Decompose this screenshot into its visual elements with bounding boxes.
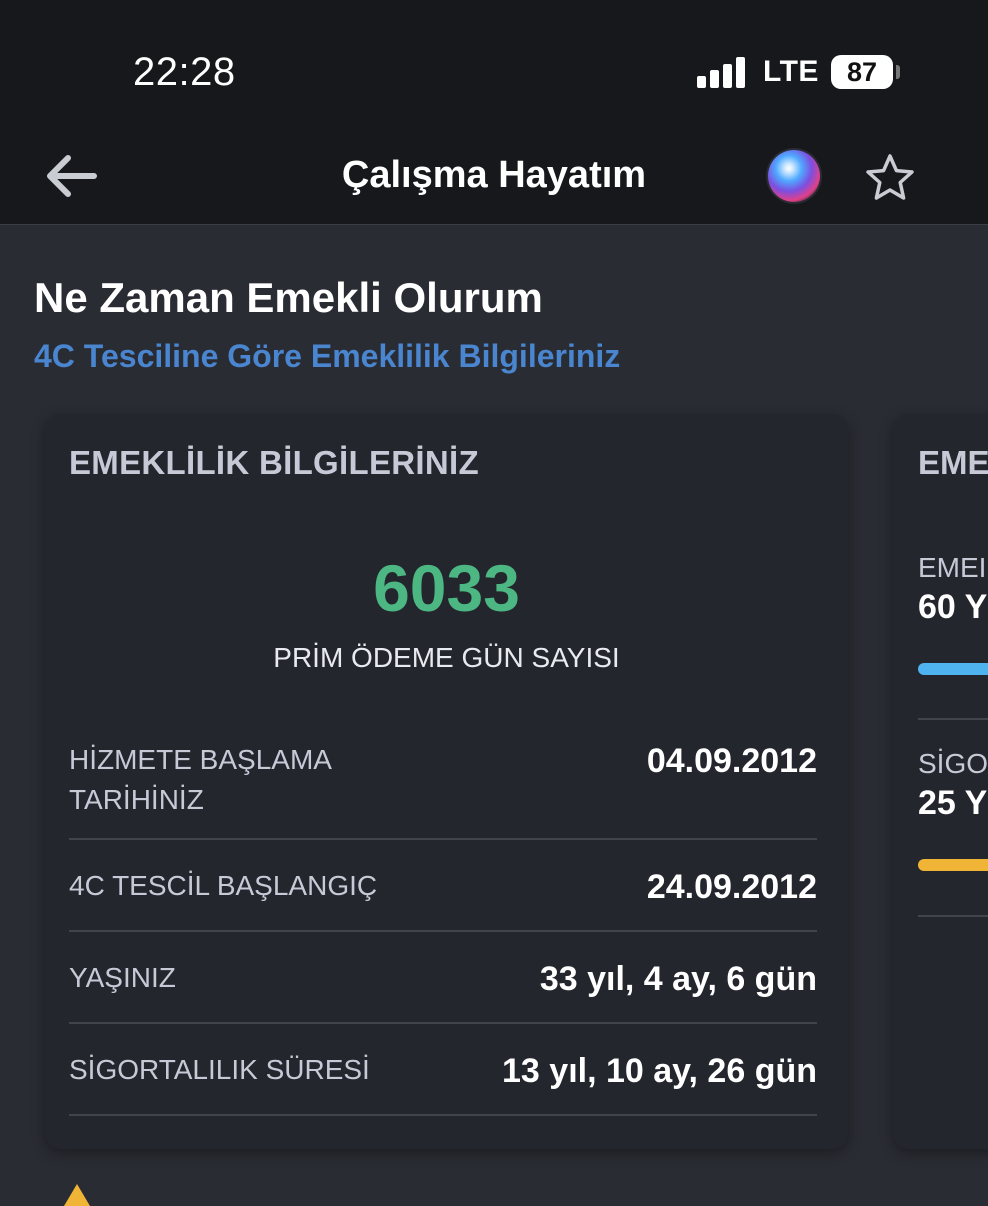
card2-item1-value: 60 Y bbox=[918, 588, 988, 626]
battery-tip bbox=[896, 65, 900, 79]
prim-days-value: 6033 bbox=[373, 551, 520, 625]
card2-item2-label: SİGO bbox=[918, 748, 988, 779]
prim-days-label: PRİM ÖDEME GÜN SAYISI bbox=[273, 642, 620, 673]
info-value: 13 yıl, 10 ay, 26 gün bbox=[502, 1052, 817, 1090]
status-time: 22:28 bbox=[133, 50, 236, 94]
info-value: 33 yıl, 4 ay, 6 gün bbox=[539, 960, 817, 998]
card2-progress-bar-2 bbox=[918, 859, 988, 871]
retirement-conditions-card[interactable]: EME EMEI 60 Y SİGO 25 Y bbox=[893, 414, 988, 1149]
info-value: 24.09.2012 bbox=[646, 868, 817, 906]
info-row-age: YAŞINIZ 33 yıl, 4 ay, 6 gün bbox=[69, 930, 817, 1024]
info-label: 4C TESCİL BAŞLANGIÇ bbox=[69, 870, 378, 901]
page-title: Çalışma Hayatım bbox=[341, 154, 647, 196]
battery-icon: 87 bbox=[831, 55, 893, 89]
card2-item2-value: 25 Y bbox=[918, 784, 988, 822]
status-bar: 22:28 LTE 87 bbox=[0, 0, 988, 130]
card2-title: EME bbox=[918, 444, 988, 481]
info-label: YAŞINIZ bbox=[69, 962, 176, 993]
star-icon bbox=[866, 154, 914, 200]
card2-divider-2 bbox=[918, 915, 988, 917]
info-row-insurance-duration: SİGORTALILIK SÜRESİ 13 yıl, 10 ay, 26 gü… bbox=[69, 1022, 817, 1116]
retirement-info-card: EMEKLİLİK BİLGİLERİNİZ 6033 PRİM ÖDEME G… bbox=[45, 414, 848, 1149]
card2-progress-bar-1 bbox=[918, 663, 988, 675]
section-title: Ne Zaman Emekli Olurum bbox=[34, 274, 543, 321]
signal-icon bbox=[697, 56, 747, 88]
warning-icon bbox=[64, 1184, 90, 1206]
section-subtitle: 4C Tesciline Göre Emeklilik Bilgileriniz bbox=[34, 338, 621, 374]
network-type: LTE bbox=[763, 55, 819, 88]
info-label: HİZMETE BAŞLAMA TARİHİNİZ bbox=[69, 744, 332, 815]
card2-divider-1 bbox=[918, 718, 988, 720]
info-label: SİGORTALILIK SÜRESİ bbox=[69, 1054, 370, 1085]
card-title: EMEKLİLİK BİLGİLERİNİZ bbox=[69, 444, 479, 481]
siri-assistant-icon[interactable] bbox=[768, 150, 820, 202]
nav-bar: Çalışma Hayatım bbox=[0, 130, 988, 225]
card2-item1-label: EMEI bbox=[918, 552, 987, 583]
info-row-4c-start: 4C TESCİL BAŞLANGIÇ 24.09.2012 bbox=[69, 838, 817, 932]
favorite-button[interactable] bbox=[864, 152, 916, 204]
info-row-service-start: HİZMETE BAŞLAMA TARİHİNİZ 04.09.2012 bbox=[69, 732, 817, 840]
info-value: 04.09.2012 bbox=[646, 742, 817, 780]
